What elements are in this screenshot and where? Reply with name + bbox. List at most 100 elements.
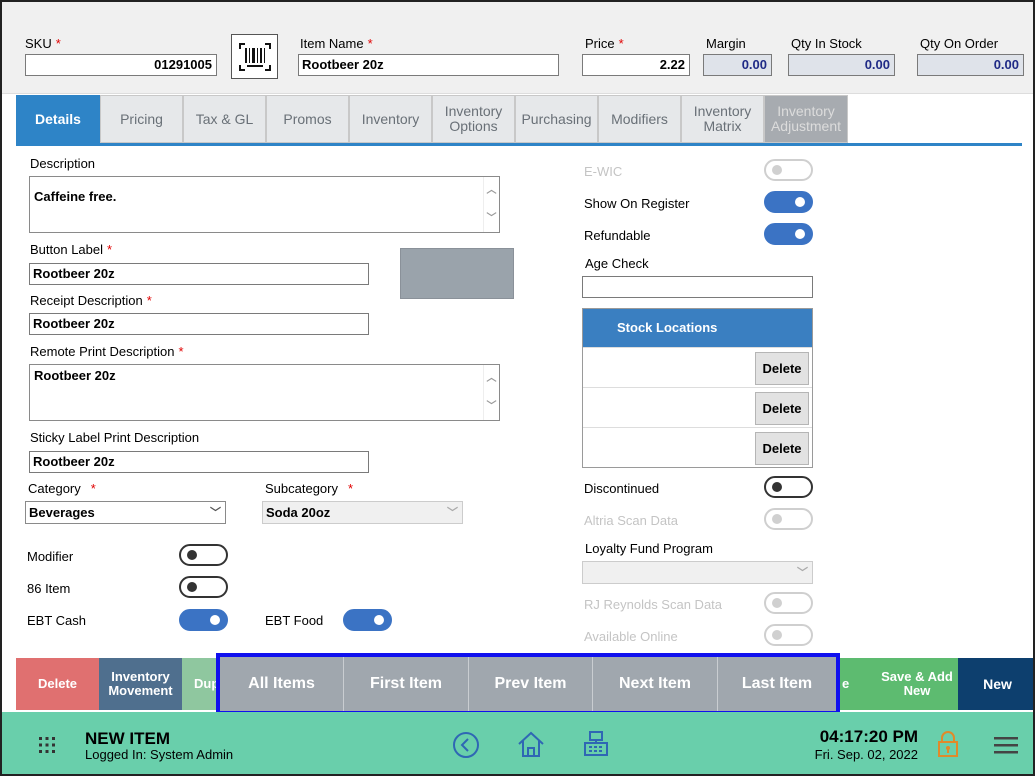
- discontinued-label: Discontinued: [584, 481, 660, 496]
- clock-time: 04:17:20 PM: [819, 727, 918, 746]
- ebt-food-label: EBT Food: [265, 613, 324, 628]
- remote-print-description-label: Remote Print Description *: [30, 344, 184, 359]
- modifier-toggle[interactable]: [179, 544, 228, 566]
- chevron-down-icon: ﹀: [210, 507, 221, 519]
- clock-date: Fri. Sep. 02, 2022: [814, 747, 918, 762]
- show-on-register-toggle[interactable]: [764, 191, 813, 213]
- ewic-label: E-WIC: [584, 164, 623, 179]
- delete-location-button[interactable]: Delete: [755, 432, 809, 465]
- chevron-down-icon: ﹀: [797, 567, 808, 579]
- tab-underline: [16, 143, 1022, 146]
- rj-reynolds-scan-data-toggle: [764, 592, 813, 614]
- tab-inventory-matrix[interactable]: Inventory Matrix: [681, 95, 764, 143]
- description-scrollbar[interactable]: ︿ ﹀: [483, 177, 499, 232]
- ebt-cash-label: EBT Cash: [27, 613, 87, 628]
- new-button[interactable]: New: [958, 658, 1033, 710]
- rj-reynolds-scan-data-label: RJ Reynolds Scan Data: [584, 597, 723, 612]
- available-online-label: Available Online: [584, 629, 678, 644]
- tab-purchasing[interactable]: Purchasing: [515, 95, 598, 143]
- ebt-cash-toggle[interactable]: [179, 609, 228, 631]
- save-add-new-button[interactable]: Save & Add New: [876, 658, 958, 710]
- loyalty-fund-program-select: ﹀: [582, 561, 813, 584]
- tab-pricing[interactable]: Pricing: [100, 95, 183, 143]
- price-label: Price *: [585, 36, 624, 51]
- show-on-register-label: Show On Register: [584, 196, 690, 211]
- sku-label: SKU *: [25, 36, 61, 51]
- remote-print-description-textarea[interactable]: Rootbeer 20z ︿ ﹀: [29, 364, 500, 421]
- prev-item-button[interactable]: Prev Item: [469, 657, 593, 711]
- remote-print-text: Rootbeer 20z: [34, 368, 116, 383]
- qty-on-order-value: 0.00: [917, 54, 1024, 76]
- button-color-swatch[interactable]: [400, 248, 514, 299]
- price-input[interactable]: 2.22: [582, 54, 690, 76]
- logged-in-user: Logged In: System Admin: [85, 747, 234, 762]
- altria-scan-data-toggle: [764, 508, 813, 530]
- ebt-food-toggle[interactable]: [343, 609, 392, 631]
- tab-promos[interactable]: Promos: [266, 95, 349, 143]
- delete-location-button[interactable]: Delete: [755, 392, 809, 425]
- tab-modifiers[interactable]: Modifiers: [598, 95, 681, 143]
- barcode-icon[interactable]: [231, 34, 278, 79]
- apps-grid-icon[interactable]: [38, 736, 56, 754]
- qty-on-order-label: Qty On Order: [920, 36, 999, 51]
- stock-locations-table: Stock Locations Delete Delete Delete: [582, 308, 813, 468]
- qty-in-stock-label: Qty In Stock: [791, 36, 862, 51]
- table-row: Delete: [583, 387, 812, 427]
- refundable-label: Refundable: [584, 228, 651, 243]
- next-item-button[interactable]: Next Item: [593, 657, 718, 711]
- table-row: Delete: [583, 347, 812, 387]
- delete-location-button[interactable]: Delete: [755, 352, 809, 385]
- margin-label: Margin: [706, 36, 746, 51]
- sticky-label-label: Sticky Label Print Description: [30, 430, 200, 445]
- refundable-toggle[interactable]: [764, 223, 813, 245]
- hamburger-menu-icon[interactable]: [994, 736, 1018, 757]
- back-icon[interactable]: [452, 731, 480, 762]
- receipt-description-input[interactable]: Rootbeer 20z: [29, 313, 369, 335]
- remote-print-scrollbar[interactable]: ︿ ﹀: [483, 365, 499, 420]
- lock-icon[interactable]: [937, 730, 959, 761]
- navigation-highlight: All Items First Item Prev Item Next Item…: [216, 653, 840, 715]
- chevron-down-icon: ﹀: [447, 507, 458, 519]
- tab-tax-gl[interactable]: Tax & GL: [183, 95, 266, 143]
- sticky-label-input[interactable]: Rootbeer 20z: [29, 451, 369, 473]
- category-label: Category *: [28, 481, 96, 496]
- age-check-label: Age Check: [585, 256, 649, 271]
- description-text: Caffeine free.: [34, 189, 117, 204]
- inventory-movement-button[interactable]: Inventory Movement: [99, 658, 182, 710]
- first-item-button[interactable]: First Item: [344, 657, 469, 711]
- category-select[interactable]: Beverages ﹀: [25, 501, 226, 524]
- item-name-input[interactable]: Rootbeer 20z: [298, 54, 559, 76]
- receipt-description-label: Receipt Description *: [30, 293, 152, 308]
- age-check-input[interactable]: [582, 276, 813, 298]
- qty-in-stock-value: 0.00: [788, 54, 895, 76]
- button-label-input[interactable]: Rootbeer 20z: [29, 263, 369, 285]
- tab-inventory[interactable]: Inventory: [349, 95, 432, 143]
- tab-details[interactable]: Details: [16, 95, 100, 143]
- stock-locations-header: Stock Locations: [583, 309, 812, 347]
- altria-scan-data-label: Altria Scan Data: [584, 513, 678, 528]
- description-textarea[interactable]: Caffeine free. ︿ ﹀: [29, 176, 500, 233]
- sku-input[interactable]: 01291005: [25, 54, 217, 76]
- all-items-button[interactable]: All Items: [220, 657, 344, 711]
- last-item-button[interactable]: Last Item: [718, 657, 836, 711]
- 86-item-toggle[interactable]: [179, 576, 228, 598]
- 86-item-label: 86 Item: [27, 581, 71, 596]
- item-header: SKU * 01291005 Item Name * Rootbeer 20z Pr…: [2, 2, 1033, 94]
- margin-value: 0.00: [703, 54, 772, 76]
- description-label: Description: [30, 156, 96, 171]
- discontinued-toggle[interactable]: [764, 476, 813, 498]
- status-bar: NEW ITEM Logged In: System Admin 04:17:2…: [2, 712, 1033, 774]
- modifier-label: Modifier: [27, 549, 74, 564]
- screen-title: NEW ITEM: [85, 729, 170, 748]
- ewic-toggle: [764, 159, 813, 181]
- item-name-label: Item Name *: [300, 36, 373, 51]
- available-online-toggle: [764, 624, 813, 646]
- table-row: Delete: [583, 427, 812, 467]
- button-label-label: Button Label *: [30, 242, 113, 257]
- tab-inventory-options[interactable]: Inventory Options: [432, 95, 515, 143]
- cash-register-icon[interactable]: [582, 729, 610, 762]
- save-button[interactable]: e: [836, 658, 876, 710]
- subcategory-select[interactable]: Soda 20oz ﹀: [262, 501, 463, 524]
- delete-button[interactable]: Delete: [16, 658, 99, 710]
- home-icon[interactable]: [516, 729, 546, 762]
